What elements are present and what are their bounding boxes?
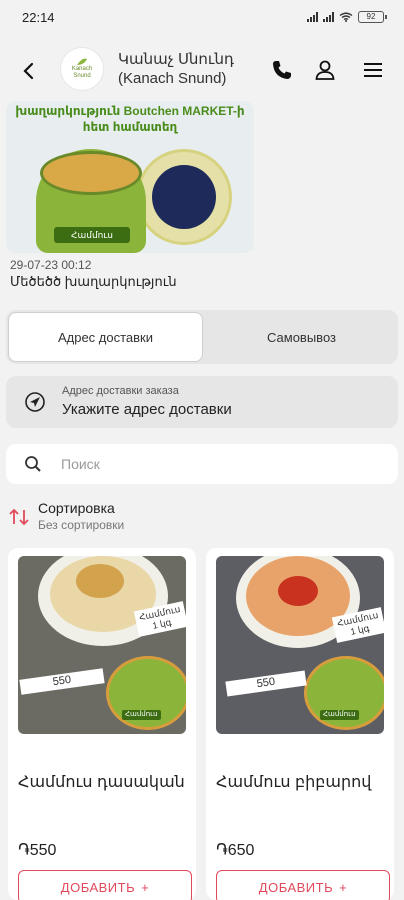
- logo-text-line2: Snund: [73, 73, 91, 79]
- back-arrow-icon[interactable]: [18, 60, 40, 82]
- hummus-pack-top: [40, 151, 142, 195]
- shop-name: Կանաչ Սնունդ (Kanach Snund): [118, 50, 234, 88]
- product-card[interactable]: Համմուս 1 կգ Համմուս 550 Համմուս բիբարով …: [206, 548, 394, 900]
- red-pepper-image: [278, 576, 318, 606]
- tab-delivery-address[interactable]: Адрес доставки: [8, 312, 203, 362]
- logo-text-line1: Kanach: [71, 66, 93, 72]
- banner-caption: խաղարկություն Boutchen MARKET-ի հետ համա…: [6, 103, 254, 135]
- product-image: Համմուս 1 կգ Համմուս 550: [18, 556, 186, 734]
- cheese-lid-label: [152, 165, 216, 229]
- add-to-cart-label: ДОБАВИТЬ: [60, 879, 136, 895]
- add-to-cart-button[interactable]: ДОБАВИТЬ +: [18, 870, 192, 900]
- hummus-pack-label: Համմուս: [54, 227, 130, 243]
- product-image: Համմուս 1 կգ Համմուս 550: [216, 556, 384, 734]
- app-header: Kanach Snund Կանաչ Սնունդ (Kanach Snund): [0, 40, 404, 100]
- price-sticker-main: 550: [19, 668, 105, 695]
- status-icons: 92: [307, 11, 387, 23]
- delivery-address-field[interactable]: Адрес доставки заказа Укажите адрес дост…: [6, 376, 398, 428]
- sort-arrows-icon: [9, 508, 29, 526]
- menu-icon[interactable]: [361, 58, 385, 82]
- product-card[interactable]: Համմուս 1 կգ Համմուս 550 Համմուս դասական …: [8, 548, 196, 900]
- battery-icon: 92: [358, 11, 387, 23]
- plus-icon: +: [339, 879, 348, 895]
- product-price: ֏550: [18, 842, 57, 859]
- product-price: ֏650: [216, 842, 255, 859]
- phone-icon[interactable]: [270, 58, 294, 82]
- status-bar: 22:14 92: [0, 0, 404, 34]
- shop-name-line2: (Kanach Snund): [118, 70, 227, 87]
- plus-icon: +: [141, 879, 150, 895]
- search-input[interactable]: Поиск: [6, 444, 398, 484]
- profile-icon[interactable]: [313, 58, 337, 82]
- navigation-arrow-icon: [25, 392, 45, 412]
- chickpeas-image: [76, 564, 124, 598]
- wifi-icon: [339, 12, 353, 22]
- add-to-cart-label: ДОБАВИТЬ: [258, 879, 334, 895]
- banner-caption-line2: հետ համատեղ: [82, 120, 178, 134]
- post-title[interactable]: Մեծեծծ խաղարկություն: [10, 274, 177, 290]
- signal-icon-2: [323, 12, 334, 22]
- add-to-cart-button[interactable]: ДОБАВИТЬ +: [216, 870, 390, 900]
- shop-name-line1: Կանաչ Սնունդ: [118, 51, 234, 68]
- leaf-icon: [77, 58, 87, 65]
- sort-title: Сортировка: [38, 500, 115, 516]
- hummus-pack-label: Համմուս: [122, 710, 161, 720]
- product-name[interactable]: Համմուս դասական: [18, 772, 185, 792]
- post-date: 29-07-23 00:12: [10, 258, 92, 272]
- sort-value: Без сортировки: [38, 518, 125, 532]
- sort-control[interactable]: Сортировка Без сортировки: [6, 498, 206, 536]
- status-time: 22:14: [22, 9, 55, 25]
- shop-logo[interactable]: Kanach Snund: [60, 47, 104, 91]
- address-value: Укажите адрес доставки: [62, 401, 232, 418]
- hummus-pack-label: Համմուս: [320, 710, 359, 720]
- post-banner-image[interactable]: խաղարկություն Boutchen MARKET-ի հետ համա…: [6, 101, 254, 253]
- tab-pickup[interactable]: Самовывоз: [205, 310, 398, 364]
- search-placeholder: Поиск: [61, 456, 100, 472]
- delivery-mode-tabs: Адрес доставки Самовывоз: [6, 310, 398, 364]
- signal-icon: [307, 12, 318, 22]
- banner-caption-line1: խաղարկություն Boutchen MARKET-ի: [15, 104, 245, 118]
- search-icon: [25, 456, 41, 472]
- price-sticker-main: 550: [225, 670, 307, 697]
- address-label: Адрес доставки заказа: [62, 385, 179, 397]
- product-name[interactable]: Համմուս բիբարով: [216, 772, 371, 792]
